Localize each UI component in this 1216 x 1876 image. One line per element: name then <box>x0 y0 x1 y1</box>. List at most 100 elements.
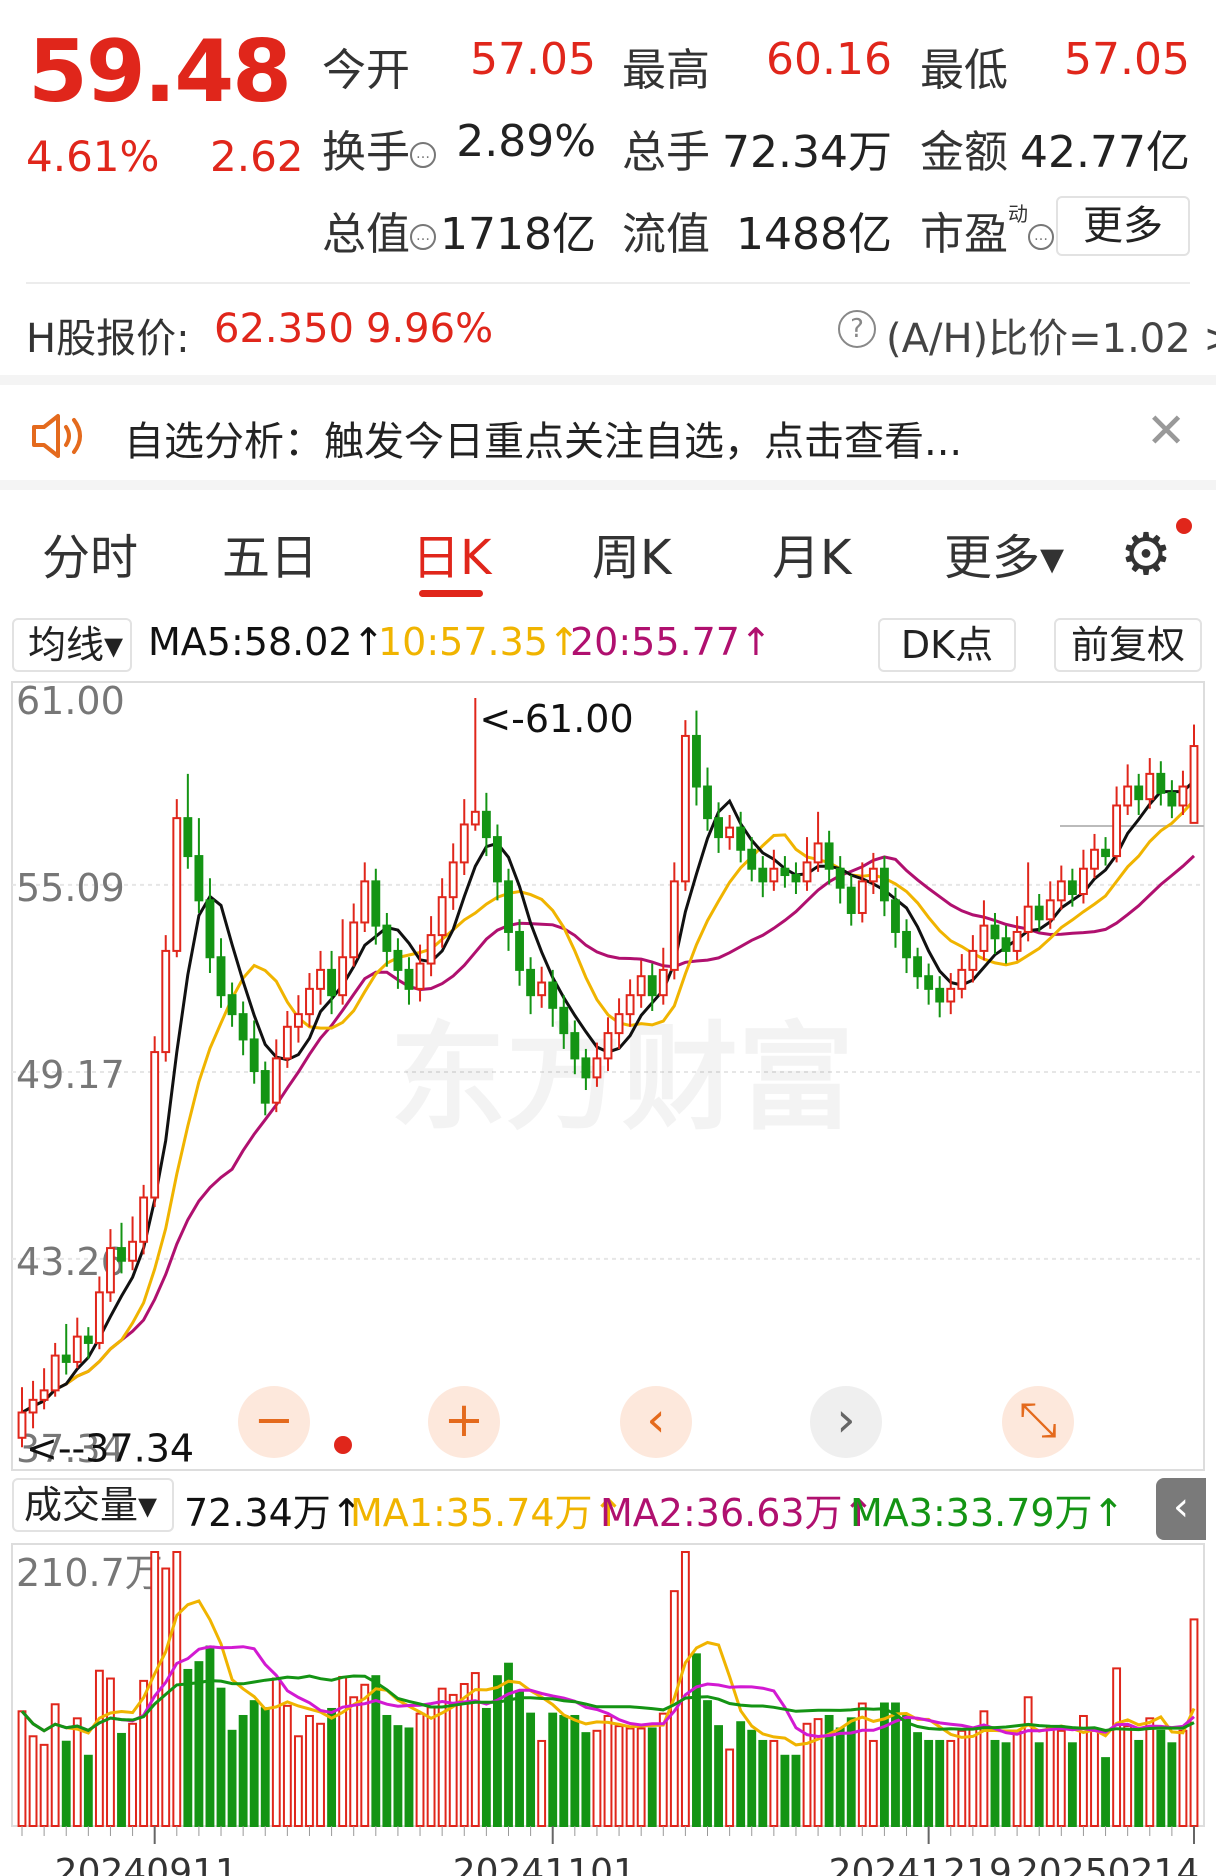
candle-body <box>227 994 237 1016</box>
volume-bar <box>316 1722 325 1827</box>
candle-body <box>293 1013 303 1028</box>
volume-bar <box>957 1729 967 1827</box>
candle-body <box>802 861 812 883</box>
volume-bar <box>902 1714 911 1828</box>
candle-body <box>1090 848 1099 870</box>
candle-body <box>968 949 978 971</box>
candle-body <box>758 867 768 883</box>
candle-body <box>382 924 392 952</box>
candle-body <box>17 1411 27 1439</box>
volume-bar <box>1001 1742 1011 1828</box>
candle-body <box>1156 772 1166 794</box>
candle-body <box>349 921 359 959</box>
volume-bar <box>1090 1729 1099 1827</box>
volume-bar <box>647 1727 657 1828</box>
volume-bar <box>913 1732 923 1828</box>
volume-bar <box>1101 1757 1110 1827</box>
candle-body <box>249 1038 259 1073</box>
volume-bar <box>1045 1727 1055 1828</box>
volume-bar <box>924 1739 934 1827</box>
candle-body <box>61 1354 71 1363</box>
candle-body <box>559 1006 569 1035</box>
candle-body <box>117 1247 126 1262</box>
candle-body <box>902 930 911 959</box>
volume-bar <box>172 1551 182 1827</box>
volume-bar <box>868 1739 878 1827</box>
kline-chart[interactable]: 61.0055.0949.1743.2637.34东方财富<-61.00<--3… <box>0 0 1216 1876</box>
candle-body <box>327 968 337 997</box>
volume-bar <box>327 1707 337 1827</box>
candle-body <box>28 1398 38 1414</box>
volume-bar <box>968 1727 978 1828</box>
volume-bar <box>1134 1739 1144 1827</box>
volume-axis-label: 210.7万 <box>16 1551 163 1595</box>
candle-body <box>205 899 215 959</box>
candle-body <box>238 1013 248 1041</box>
candle-body <box>1145 772 1155 801</box>
fullscreen-button[interactable]: ⤡ <box>1002 1386 1074 1458</box>
candle-body <box>703 785 712 820</box>
candle-body <box>426 934 436 965</box>
volume-bar <box>227 1729 237 1827</box>
candle-body <box>72 1335 82 1363</box>
volume-bar <box>736 1721 746 1828</box>
volume-bar <box>515 1690 524 1827</box>
page-indicator-dot <box>334 1436 352 1454</box>
candle-body <box>548 981 558 1009</box>
candle-body <box>846 886 856 914</box>
candle-body <box>636 975 646 997</box>
volume-bar <box>61 1740 71 1827</box>
volume-bar <box>802 1722 812 1827</box>
volume-bar <box>548 1712 558 1827</box>
price-axis-label: 61.00 <box>16 679 125 723</box>
collapse-panel-button[interactable]: ‹ <box>1156 1478 1206 1540</box>
low-price-annotation: <--37.34 <box>26 1426 194 1470</box>
candle-body <box>504 880 513 933</box>
volume-bar <box>504 1662 513 1827</box>
candle-body <box>470 810 480 826</box>
volume-bar <box>249 1700 259 1827</box>
volume-bar <box>1012 1729 1022 1827</box>
date-label: 20250214 <box>1016 1852 1199 1876</box>
candle-body <box>94 1291 104 1344</box>
candle-body <box>581 1057 591 1079</box>
candle-body <box>493 836 502 883</box>
zoom-out-button[interactable]: − <box>238 1386 310 1458</box>
volume-bar <box>293 1735 303 1827</box>
volume-bar <box>39 1743 49 1828</box>
volume-bar <box>526 1712 536 1827</box>
volume-bar <box>404 1727 414 1828</box>
candle-body <box>924 975 934 990</box>
candle-body <box>271 1057 281 1104</box>
volume-bar <box>1034 1742 1044 1828</box>
candle-body <box>305 987 314 1016</box>
candle-body <box>161 949 171 1054</box>
scroll-left-button[interactable]: ‹ <box>620 1386 692 1458</box>
volume-bar <box>614 1725 624 1827</box>
candle-body <box>106 1247 115 1294</box>
volume-bar <box>581 1732 591 1828</box>
candle-body <box>1167 791 1177 807</box>
candle-body <box>260 1070 270 1104</box>
volume-selector[interactable]: 成交量▾ <box>12 1478 174 1532</box>
candle-body <box>570 1032 580 1060</box>
volume-bar <box>282 1704 292 1828</box>
candle-body <box>692 734 701 788</box>
volume-bar <box>703 1700 712 1827</box>
candle-body <box>448 861 458 899</box>
volume-bar <box>17 1710 27 1828</box>
volume-bar <box>305 1714 314 1828</box>
candle-body <box>437 896 447 937</box>
volume-bar <box>1112 1667 1122 1827</box>
zoom-in-button[interactable]: + <box>428 1386 500 1458</box>
volume-bar <box>448 1693 458 1828</box>
volume-ma2: MA2:36.63万↑ <box>600 1491 875 1535</box>
candle-body <box>194 855 204 902</box>
volume-bar <box>1023 1696 1033 1827</box>
scroll-right-button[interactable]: › <box>810 1386 882 1458</box>
volume-bar <box>271 1677 281 1828</box>
volume-bar <box>72 1717 82 1827</box>
candle-body <box>50 1354 60 1392</box>
candle-body <box>404 968 414 990</box>
volume-ma3: MA3:33.79万↑ <box>850 1491 1125 1535</box>
